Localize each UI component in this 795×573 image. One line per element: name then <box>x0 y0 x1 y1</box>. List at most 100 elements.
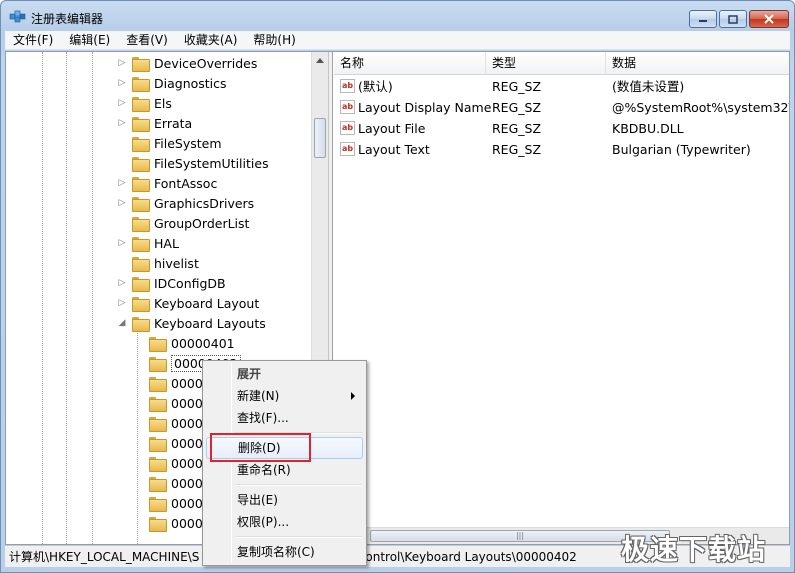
menu-separator <box>235 484 362 486</box>
expand-arrow-icon[interactable]: ▷ <box>116 77 128 89</box>
scroll-up-icon[interactable] <box>316 58 324 63</box>
value-data: Bulgarian (Typewriter) <box>612 142 751 157</box>
expand-arrow-icon[interactable] <box>116 157 128 169</box>
tree-item[interactable]: 00000401 <box>149 333 235 353</box>
expand-arrow-icon[interactable] <box>116 137 128 149</box>
value-row[interactable]: ab Layout Text REG_SZ Bulgarian (Typewriter… <box>334 139 789 160</box>
menu-item-copy-key-name[interactable]: 复制项名称(C) <box>206 541 363 563</box>
tree-item[interactable]: ▷ IDConfigDB <box>116 273 226 293</box>
expand-arrow-icon[interactable]: ▷ <box>116 97 128 109</box>
tree-item[interactable]: ◢ Keyboard Layouts <box>116 313 266 333</box>
folder-icon <box>149 376 167 392</box>
menu-item-permissions[interactable]: 权限(P)... <box>206 511 363 533</box>
menu-item-export[interactable]: 导出(E) <box>206 489 363 511</box>
expand-arrow-icon[interactable] <box>116 217 128 229</box>
tree-item-label: FileSystemUtilities <box>154 155 269 171</box>
folder-icon <box>132 196 150 212</box>
tree-item[interactable]: GroupOrderList <box>116 213 249 233</box>
column-header-type[interactable]: 类型 <box>486 52 606 75</box>
folder-icon <box>149 456 167 472</box>
tree-guide-line <box>137 333 138 544</box>
tree-item-label: FontAssoc <box>154 175 218 191</box>
expand-arrow-icon[interactable]: ▷ <box>116 237 128 249</box>
column-header-name[interactable]: 名称 <box>334 52 486 75</box>
tree-item-label: hivelist <box>154 255 199 271</box>
folder-icon <box>132 236 150 252</box>
tree-item[interactable]: ▷ Keyboard Layout <box>116 293 259 313</box>
submenu-arrow-icon <box>351 392 355 400</box>
tree-item-label: 00000401 <box>171 335 235 351</box>
status-path-start: 计算机\HKEY_LOCAL_MACHINE\S <box>9 550 200 564</box>
folder-icon <box>132 276 150 292</box>
column-header-data[interactable]: 数据 <box>606 52 789 75</box>
tree-item-label: 0000 <box>171 435 203 451</box>
tree-item[interactable]: 0000 <box>149 433 203 453</box>
tree-item[interactable]: 0000 <box>149 393 203 413</box>
tree-item-label: Errata <box>154 115 193 131</box>
tree-scroll-thumb[interactable] <box>314 118 326 158</box>
menu-item-label: 复制项名称(C) <box>237 545 315 559</box>
list-header: 名称 类型 数据 <box>334 52 789 75</box>
expand-arrow-icon[interactable]: ▷ <box>116 197 128 209</box>
tree-item[interactable]: 0000 <box>149 473 203 493</box>
tree-item[interactable]: 0000 <box>149 513 203 533</box>
expand-arrow-icon[interactable]: ◢ <box>116 317 128 329</box>
menu-view[interactable]: 查看(V) <box>118 31 176 50</box>
value-type: REG_SZ <box>492 100 542 115</box>
value-name: Layout Text <box>358 142 430 157</box>
value-name: (默认) <box>358 79 393 94</box>
close-icon <box>764 14 774 24</box>
value-name: Layout File <box>358 121 426 136</box>
tree-item-label: 0000 <box>171 395 203 411</box>
close-button[interactable] <box>749 10 789 28</box>
values-list[interactable]: 名称 类型 数据 ab (默认) REG_SZ (数值未设置) ab Layout Dis… <box>334 52 789 544</box>
watermark-logo: 极速下载站 <box>621 533 767 566</box>
value-row[interactable]: ab (默认) REG_SZ (数值未设置) <box>334 76 789 97</box>
expand-arrow-icon[interactable]: ▷ <box>116 177 128 189</box>
menu-item-label: 查找(F)... <box>237 411 289 425</box>
tree-item-label: 0000 <box>171 475 203 491</box>
expand-arrow-icon[interactable]: ▷ <box>116 277 128 289</box>
expand-arrow-icon[interactable]: ▷ <box>116 57 128 69</box>
menu-favorites[interactable]: 收藏夹(A) <box>176 31 246 50</box>
menu-item-rename[interactable]: 重命名(R) <box>206 459 363 481</box>
tree-item[interactable]: FileSystem <box>116 133 222 153</box>
folder-icon <box>149 516 167 532</box>
menu-item-new[interactable]: 新建(N) <box>206 385 363 407</box>
title-bar[interactable]: 注册表编辑器 <box>1 1 794 31</box>
folder-icon <box>149 476 167 492</box>
maximize-button[interactable] <box>719 10 747 28</box>
folder-icon <box>132 76 150 92</box>
folder-icon <box>149 416 167 432</box>
string-value-icon: ab <box>340 100 355 114</box>
menu-item-label: 导出(E) <box>237 493 278 507</box>
value-row[interactable]: ab Layout Display Name REG_SZ @%SystemRoot%… <box>334 97 789 118</box>
menu-item-find[interactable]: 查找(F)... <box>206 407 363 429</box>
tree-item[interactable]: 0000 <box>149 453 203 473</box>
expand-arrow-icon[interactable]: ▷ <box>116 297 128 309</box>
expand-arrow-icon[interactable]: ▷ <box>116 117 128 129</box>
value-row[interactable]: ab Layout File REG_SZ KBDBU.DLL <box>334 118 789 139</box>
tree-item-label: 0000 <box>171 415 203 431</box>
tree-item[interactable]: ▷ Diagnostics <box>116 73 227 93</box>
registry-app-icon <box>9 10 26 23</box>
tree-item[interactable]: ▷ HAL <box>116 233 179 253</box>
tree-item[interactable]: FileSystemUtilities <box>116 153 269 173</box>
menu-edit[interactable]: 编辑(E) <box>61 31 118 50</box>
tree-item[interactable]: ▷ GraphicsDrivers <box>116 193 254 213</box>
tree-item[interactable]: hivelist <box>116 253 199 273</box>
tree-item-label: Diagnostics <box>154 75 227 91</box>
tree-item[interactable]: 0000 <box>149 413 203 433</box>
tree-item[interactable]: ▷ DeviceOverrides <box>116 53 257 73</box>
tree-item[interactable]: ▷ Els <box>116 93 172 113</box>
value-data: (数值未设置) <box>612 79 685 94</box>
tree-item[interactable]: 0000 <box>149 493 203 513</box>
folder-icon <box>132 96 150 112</box>
menu-file[interactable]: 文件(F) <box>5 31 61 50</box>
menu-item-expand[interactable]: 展开 <box>206 363 363 385</box>
expand-arrow-icon[interactable] <box>116 257 128 269</box>
minimize-button[interactable] <box>689 10 717 28</box>
tree-item[interactable]: ▷ Errata <box>116 113 192 133</box>
menu-help[interactable]: 帮助(H) <box>245 31 303 50</box>
tree-item[interactable]: ▷ FontAssoc <box>116 173 217 193</box>
